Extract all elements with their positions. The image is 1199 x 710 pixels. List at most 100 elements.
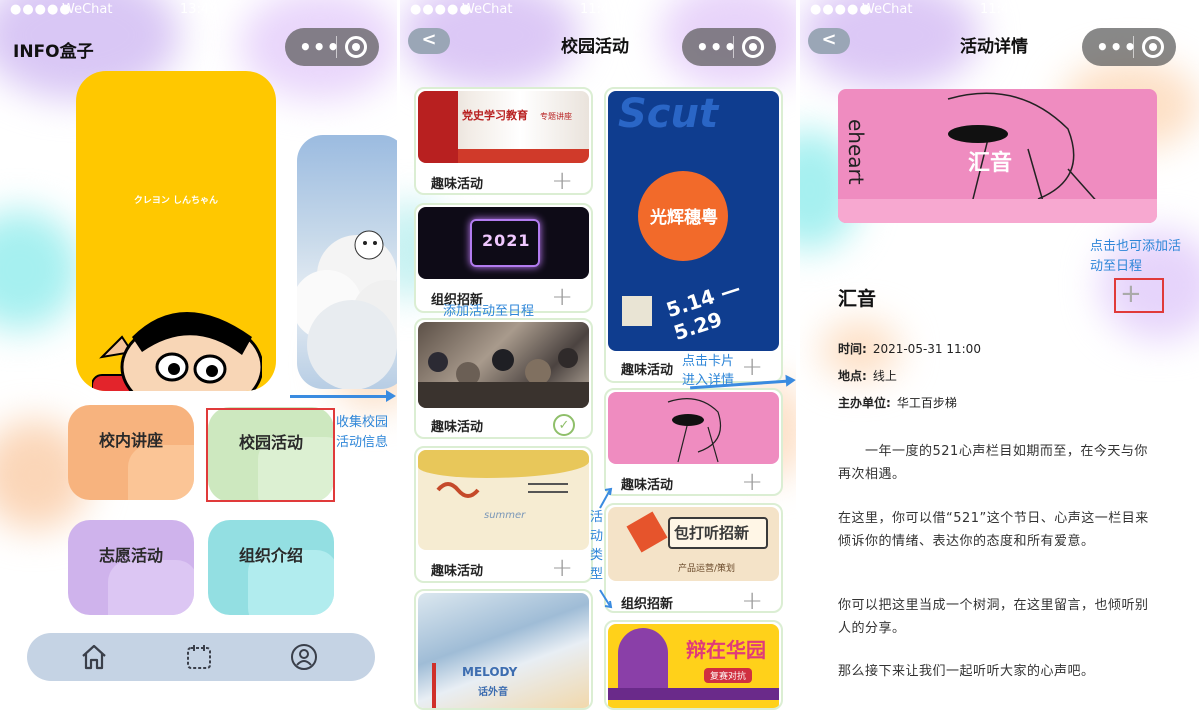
activity-card[interactable]: 辩在华园 复赛对抗 xyxy=(604,620,783,710)
poster-text: 包打听招新 xyxy=(674,524,750,542)
activity-card[interactable]: 2021 组织招新 + xyxy=(414,203,593,313)
activity-card[interactable]: Scut 光辉穗粤 5.14 —5.29 趣味活动 + xyxy=(604,87,783,383)
card-image: Scut 光辉穗粤 5.14 —5.29 xyxy=(608,91,779,351)
status-time: 11:49 xyxy=(580,2,618,17)
status-bar: ●●●●● WeChat 11:49 xyxy=(810,2,1189,20)
qr-code xyxy=(622,296,652,326)
card-label: 趣味活动 xyxy=(431,420,484,435)
target-circle-icon[interactable] xyxy=(1142,36,1164,58)
info-label: 主办单位: xyxy=(838,396,891,410)
card-image: 辩在华园 复赛对抗 xyxy=(608,624,779,708)
banner-side-text: eheart xyxy=(844,119,868,185)
info-value: 2021-05-31 11:00 xyxy=(872,342,981,356)
check-icon[interactable]: ✓ xyxy=(553,414,575,436)
app-title: INFO盒子 xyxy=(13,42,94,62)
tile-organizations[interactable]: 组织介绍 xyxy=(208,520,334,615)
activity-card[interactable]: MELODY 话外音 xyxy=(414,589,593,710)
tile-label: 组织介绍 xyxy=(238,546,303,565)
plus-icon[interactable]: + xyxy=(551,555,573,581)
plus-icon[interactable]: + xyxy=(741,469,763,494)
description-paragraph: 那么接下来让我们一起听听大家的心声吧。 xyxy=(838,664,1095,679)
info-label: 时间: xyxy=(838,342,867,356)
back-button[interactable]: < xyxy=(808,28,850,54)
target-circle-icon[interactable] xyxy=(742,36,764,58)
tab-bar xyxy=(27,633,375,681)
tile-volunteer[interactable]: 志愿活动 xyxy=(68,520,194,615)
highlight-box xyxy=(1114,278,1164,313)
poster-text: 党史学习教育 xyxy=(462,109,528,122)
type-pointer-arrows xyxy=(599,487,613,609)
banner-flag xyxy=(418,91,458,163)
card-image xyxy=(418,322,589,408)
cloud-illustration xyxy=(297,230,397,389)
card-label: 趣味活动 xyxy=(621,478,674,493)
capsule-divider xyxy=(336,36,337,58)
page-title: 校园活动 xyxy=(561,37,629,57)
card-image xyxy=(608,392,779,464)
mini-program-capsule: ••• xyxy=(1082,28,1176,66)
card-label: 趣味活动 xyxy=(431,177,484,192)
poster-text: 专题讲座 xyxy=(540,112,572,121)
poster-text: 2021 xyxy=(482,231,531,250)
card-image: 2021 xyxy=(418,207,589,279)
activity-card[interactable]: summer 趣味活动 + xyxy=(414,446,593,583)
capsule-divider xyxy=(733,36,734,58)
card-image: summer xyxy=(418,450,589,550)
sky-card[interactable] xyxy=(297,135,397,389)
highlight-box xyxy=(206,408,335,502)
more-dots-icon[interactable]: ••• xyxy=(696,35,737,59)
cartoon-illustration xyxy=(92,312,262,391)
back-button[interactable]: < xyxy=(408,28,450,54)
plus-icon[interactable]: + xyxy=(741,588,763,611)
plus-icon[interactable]: + xyxy=(551,168,573,193)
description-paragraph: 一年一度的521心声栏目如期而至，在今天与你再次相遇。 xyxy=(838,444,1148,482)
poster-text: 产品运营/策划 xyxy=(678,564,736,574)
calendar-icon[interactable] xyxy=(185,643,213,671)
tile-lectures[interactable]: 校内讲座 xyxy=(68,405,194,500)
more-dots-icon[interactable]: ••• xyxy=(1096,35,1137,59)
activity-card[interactable]: 趣味活动 + xyxy=(604,388,783,496)
poster-text: MELODY xyxy=(462,665,518,679)
tile-label: 校内讲座 xyxy=(98,431,163,450)
featured-card-caption: クレヨン しんちゃん xyxy=(133,196,219,206)
mini-program-capsule: ••• xyxy=(682,28,776,66)
poster-text: summer xyxy=(484,510,526,521)
poster-text: Scut xyxy=(618,91,719,137)
tile-decoration xyxy=(128,445,194,500)
activity-card[interactable]: 包打听招新 产品运营/策划 组织招新 + xyxy=(604,503,783,613)
activity-card[interactable]: 党史学习教育 专题讲座 趣味活动 + xyxy=(414,87,593,195)
info-value: 华工百步梯 xyxy=(896,396,957,410)
card-label: 组织招新 xyxy=(621,597,674,612)
flow-arrow xyxy=(290,390,396,402)
home-screen: ●●●●● WeChat 13:49 INFO盒子 ••• クレヨン しんちゃん xyxy=(0,0,397,710)
banner-title: 汇音 xyxy=(968,151,1013,176)
eheart-illustration xyxy=(667,398,722,463)
home-icon[interactable] xyxy=(80,643,108,671)
carrier-label: WeChat xyxy=(62,2,113,17)
plus-icon[interactable]: + xyxy=(741,354,763,380)
poster-text: 5.14 —5.29 xyxy=(663,275,744,345)
tile-decoration xyxy=(108,560,194,615)
card-label: 趣味活动 xyxy=(431,564,484,579)
poster-bar xyxy=(432,663,436,708)
card-label: 趣味活动 xyxy=(621,363,674,378)
capsule-divider xyxy=(1133,36,1134,58)
poster-text: 辩在华园 xyxy=(686,638,766,662)
more-dots-icon[interactable]: ••• xyxy=(299,35,340,59)
target-circle-icon[interactable] xyxy=(345,36,367,58)
banner-stripe xyxy=(458,149,589,163)
mini-program-capsule: ••• xyxy=(285,28,379,66)
event-title: 汇音 xyxy=(838,288,877,310)
megaphone-shape xyxy=(626,511,668,553)
featured-card[interactable]: クレヨン しんちゃん xyxy=(76,71,276,391)
profile-icon[interactable] xyxy=(290,643,318,671)
plus-icon[interactable]: + xyxy=(551,284,573,310)
poster-text: 光辉穗粤 xyxy=(650,208,718,228)
card-image: MELODY 话外音 xyxy=(418,593,589,708)
info-time: 时间: 2021-05-31 11:00 xyxy=(838,340,981,357)
description-paragraph: 在这里，你可以借“521”这个节日、心声这一栏目来倾诉你的情绪、表达你的态度和所… xyxy=(838,511,1149,549)
status-bar: ●●●●● WeChat 11:49 xyxy=(410,2,786,20)
activity-card[interactable]: 趣味活动 ✓ xyxy=(414,318,593,439)
status-time: 13:49 xyxy=(180,2,218,17)
description-paragraph: 你可以把这里当成一个树洞，在这里留言，也倾听别人的分享。 xyxy=(838,598,1149,636)
